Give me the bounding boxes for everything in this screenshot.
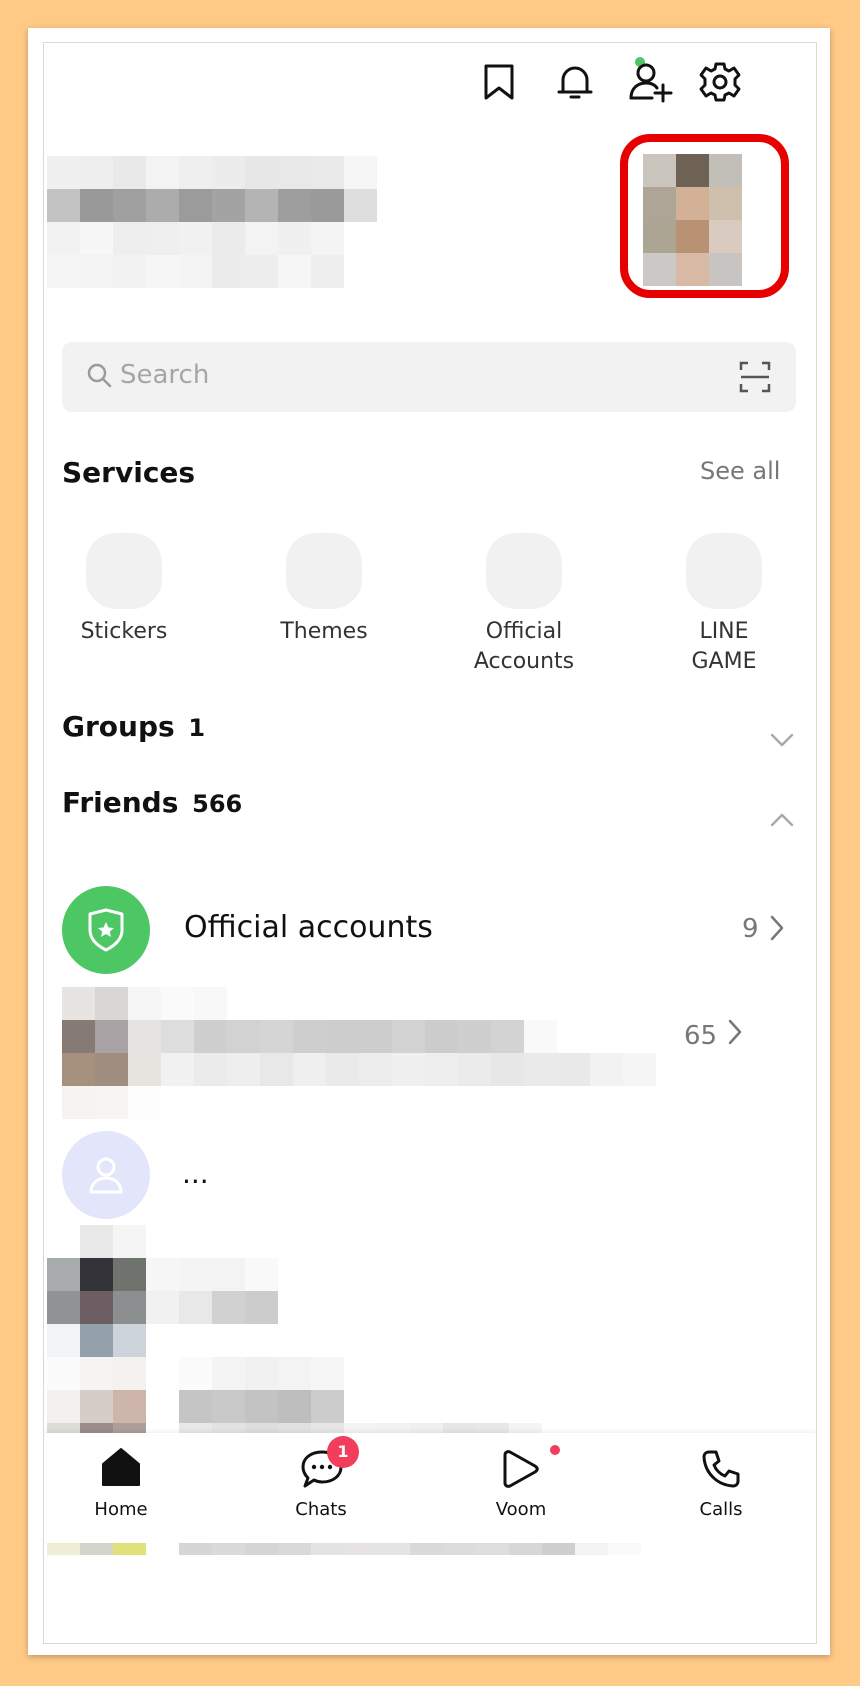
home-icon	[100, 1447, 142, 1487]
app-screen: Search Services See all Stickers Themes …	[43, 42, 817, 1644]
chats-badge: 1	[327, 1436, 359, 1468]
service-label: Official Accounts	[473, 619, 575, 674]
stickers-icon	[86, 533, 162, 609]
service-stickers[interactable]: Stickers	[49, 533, 199, 647]
nav-home[interactable]: Home	[61, 1441, 181, 1537]
official-accounts-count: 9	[742, 914, 759, 944]
bell-icon[interactable]	[554, 61, 596, 103]
service-label: LINE GAME	[691, 619, 757, 674]
person-icon	[88, 1155, 124, 1195]
nav-label: Voom	[495, 1499, 547, 1520]
friends-count: 566	[192, 790, 243, 818]
groups-title: Groups	[62, 710, 175, 743]
shield-star-icon	[86, 908, 126, 952]
chevron-right-icon	[728, 1019, 742, 1045]
see-all-link[interactable]: See all	[700, 457, 780, 485]
themes-icon	[286, 533, 362, 609]
add-friend-icon[interactable]	[628, 61, 674, 103]
friends-title: Friends	[62, 786, 179, 819]
scan-icon[interactable]	[738, 360, 772, 394]
service-line-game[interactable]: LINE GAME	[649, 533, 799, 677]
highlight-box	[620, 134, 789, 298]
avatar	[62, 1131, 150, 1219]
phone-icon	[701, 1449, 741, 1489]
friends-header[interactable]: Friends 566	[62, 786, 242, 819]
line-game-icon	[686, 533, 762, 609]
nav-voom[interactable]: Voom	[461, 1441, 581, 1537]
search-bar[interactable]: Search	[62, 342, 796, 412]
groups-header[interactable]: Groups 1	[62, 710, 205, 743]
friend-row[interactable]: ...	[62, 1131, 802, 1219]
official-accounts-label: Official accounts	[184, 910, 433, 945]
friend-name: ...	[182, 1157, 209, 1190]
bottom-nav: Home 1 Chats Voom Calls	[44, 1433, 816, 1543]
official-accounts-row[interactable]: Official accounts 9	[62, 886, 802, 974]
search-input[interactable]: Search	[120, 360, 209, 390]
chevron-up-icon[interactable]	[770, 813, 794, 827]
nav-calls[interactable]: Calls	[661, 1441, 781, 1537]
friend-row-count: 65	[684, 1021, 718, 1051]
groups-count: 1	[188, 714, 206, 742]
voom-play-icon	[501, 1449, 541, 1489]
nav-chats[interactable]: 1 Chats	[261, 1436, 381, 1537]
nav-label: Home	[94, 1499, 148, 1520]
voom-dot	[550, 1445, 560, 1455]
service-label: Stickers	[80, 619, 168, 644]
service-official-accounts[interactable]: Official Accounts	[449, 533, 599, 677]
gear-icon[interactable]	[699, 61, 741, 103]
official-accounts-icon	[486, 533, 562, 609]
chevron-right-icon	[770, 915, 784, 941]
service-themes[interactable]: Themes	[249, 533, 399, 647]
nav-label: Calls	[699, 1499, 743, 1520]
service-label: Themes	[280, 619, 368, 644]
nav-label: Chats	[295, 1499, 347, 1520]
search-icon	[86, 362, 114, 390]
services-title: Services	[62, 456, 196, 489]
chevron-down-icon[interactable]	[770, 733, 794, 747]
bookmark-icon[interactable]	[481, 63, 517, 101]
official-accounts-avatar	[62, 886, 150, 974]
